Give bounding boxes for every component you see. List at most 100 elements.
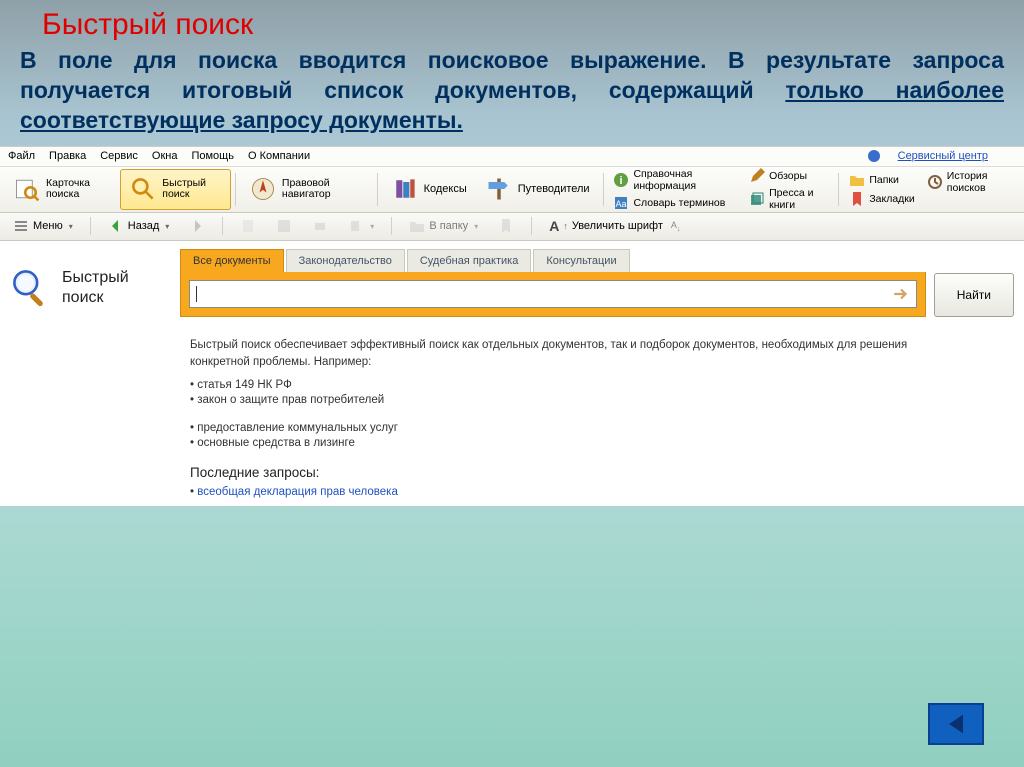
forward-arrow-icon [189,218,205,234]
magnifier-icon [10,267,52,309]
copy-icon [348,218,364,234]
compass-icon [249,175,277,203]
recent-item: всеобщая декларация прав человека [190,486,1014,498]
card-search-button[interactable]: Карточка поиска [4,169,120,210]
folder-icon [849,172,865,188]
codexes-button[interactable]: Кодексы [382,169,476,210]
history-label: История поисков [947,170,1014,194]
example-item: статья 149 НК РФ [190,379,1014,391]
app-window: Файл Правка Сервис Окна Помощь О Компани… [0,146,1024,507]
tool-d [341,215,381,237]
example-item: основные средства в лизинге [190,437,1014,449]
legal-nav-button[interactable]: Правовой навигатор [240,169,373,210]
examples-list: статья 149 НК РФ закон о защите прав пот… [190,379,1014,449]
save-icon [276,218,292,234]
ref-info-button[interactable]: i Справочная информация [607,167,743,193]
card-search-icon [13,175,41,203]
folders-button[interactable]: Папки [843,171,920,189]
tab-consultations[interactable]: Консультации [533,249,629,272]
bookmarks-label: Закладки [869,193,914,205]
font-small-icon: А↓ [671,220,681,233]
recent-link[interactable]: всеобщая декларация прав человека [197,486,398,498]
triangle-left-icon [942,710,970,738]
dictionary-icon: Аа [613,195,629,211]
print-icon [312,218,328,234]
quick-search-button[interactable]: Быстрый поиск [120,169,231,210]
folder-add-icon [409,218,425,234]
tab-legislation[interactable]: Законодательство [286,249,405,272]
text-cursor [196,286,197,302]
service-center-label: Сервисный центр [898,150,988,162]
info-icon: i [613,172,629,188]
service-center-link[interactable]: Сервисный центр [868,150,1002,162]
codexes-label: Кодексы [424,183,467,195]
doc-icon [240,218,256,234]
search-title: Быстрый поиск [62,268,129,306]
bookmarks-button[interactable]: Закладки [843,190,920,208]
content-area: Быстрый поиск Все документы Законодатель… [0,241,1024,507]
tab-court-practice[interactable]: Судебная практика [407,249,531,272]
guides-label: Путеводители [518,183,590,195]
back-arrow-icon [108,218,124,234]
infolder-label: В папку [429,220,468,232]
bookmark-add-icon [498,218,514,234]
recent-list: всеобщая декларация прав человека [190,486,1014,498]
slide-title: Быстрый поиск [0,0,1024,46]
back-button[interactable]: Назад [101,215,177,237]
menu-help[interactable]: Помощь [191,150,234,162]
history-button[interactable]: История поисков [921,169,1020,195]
svg-text:Аа: Аа [616,199,627,209]
folders-label: Папки [869,174,899,186]
example-item: закон о защите прав потребителей [190,394,1014,406]
reviews-button[interactable]: Обзоры [743,167,834,185]
history-icon [927,174,943,190]
bookmark-icon [849,191,865,207]
menu-service[interactable]: Сервис [100,150,138,162]
menu-file[interactable]: Файл [8,150,35,162]
menu-dropdown[interactable]: Меню [6,215,80,237]
font-large-icon: А [549,218,559,234]
prev-slide-button[interactable] [928,703,984,745]
press-button[interactable]: Пресса и книги [743,186,834,212]
press-label: Пресса и книги [769,187,828,211]
tool-b [269,215,299,237]
main-toolbar: Карточка поиска Быстрый поиск Правовой н… [0,167,1024,213]
search-title-l1: Быстрый [62,268,129,287]
tool-a [233,215,263,237]
menu-windows[interactable]: Окна [152,150,178,162]
quick-search-icon [129,175,157,203]
hint-text: Быстрый поиск обеспечивает эффективный п… [190,337,950,372]
service-center-icon [868,150,880,162]
glossary-button[interactable]: Аа Словарь терминов [607,194,743,212]
guides-button[interactable]: Путеводители [476,169,599,210]
bookmark-add-button [491,215,521,237]
card-search-label: Карточка поиска [46,178,111,201]
secondary-toolbar: Меню Назад В папку А ↑ Увеличить шрифт А… [0,213,1024,241]
back-label: Назад [128,220,160,232]
input-clear-icon[interactable] [892,285,910,303]
menu-about[interactable]: О Компании [248,150,310,162]
example-item: предоставление коммунальных услуг [190,422,1014,434]
search-title-l2: поиск [62,288,129,307]
search-input[interactable] [189,280,917,308]
tab-all-documents[interactable]: Все документы [180,249,284,272]
press-icon [749,191,765,207]
menu-icon [13,218,29,234]
reviews-label: Обзоры [769,170,807,182]
menu-edit[interactable]: Правка [49,150,86,162]
enlarge-font-label: Увеличить шрифт [572,220,663,232]
pen-icon [749,168,765,184]
enlarge-font-button[interactable]: А ↑ Увеличить шрифт А↓ [542,215,687,237]
books-icon [391,175,419,203]
infolder-button: В папку [402,215,485,237]
find-button[interactable]: Найти [934,273,1014,317]
ref-info-label: Справочная информация [633,168,737,192]
menubar: Файл Правка Сервис Окна Помощь О Компани… [0,147,1024,167]
tool-c [305,215,335,237]
menu-dropdown-label: Меню [33,220,63,232]
quick-search-label: Быстрый поиск [162,178,222,201]
signpost-icon [485,175,513,203]
legal-nav-label: Правовой навигатор [282,178,364,201]
svg-text:i: i [620,175,623,187]
forward-button [182,215,212,237]
